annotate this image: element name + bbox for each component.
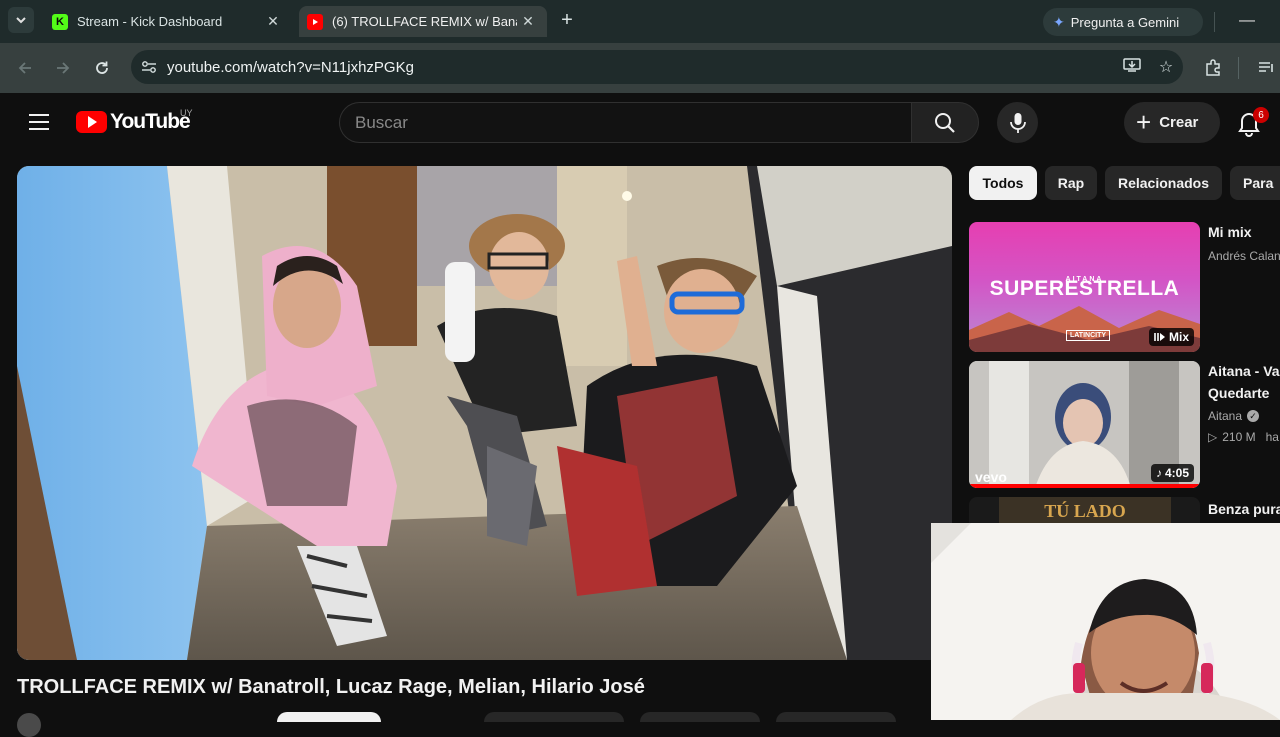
music-note-icon: ♪ [1155, 466, 1162, 480]
menu-hamburger-icon[interactable] [24, 107, 54, 137]
microphone-icon [1009, 112, 1026, 133]
chevron-down-icon [16, 17, 26, 24]
voice-search-button[interactable] [997, 102, 1038, 143]
watch-progress-bar [969, 484, 1200, 488]
youtube-header: YouTube UY + Crear 6 [0, 93, 1280, 151]
verified-check-icon: ✓ [1247, 410, 1260, 422]
arrow-left-icon [18, 62, 31, 74]
gemini-sparkle-icon: ✦ [1053, 13, 1065, 30]
search-input[interactable] [355, 112, 912, 133]
mix-playlist-icon [1154, 333, 1165, 341]
forward-button[interactable] [48, 53, 78, 83]
gemini-label: Pregunta a Gemini [1070, 14, 1180, 30]
create-button[interactable]: + Crear [1124, 102, 1220, 143]
youtube-icon [307, 13, 323, 30]
close-tab-icon[interactable]: ✕ [517, 13, 539, 30]
create-label: Crear [1159, 114, 1199, 131]
subscribe-button[interactable] [277, 712, 381, 722]
reload-button[interactable] [87, 53, 117, 83]
tab-title: Stream - Kick Dashboard [77, 14, 223, 29]
gemini-button[interactable]: ✦ Pregunta a Gemini [1043, 8, 1203, 36]
recommendation-thumbnail[interactable]: AITANA SUPERESTRELLA LATINCITY Mix [969, 222, 1200, 352]
tab-youtube-video[interactable]: (6) TROLLFACE REMIX w/ Banatroll ✕ [299, 6, 547, 37]
minimize-window-button[interactable]: — [1232, 10, 1262, 32]
video-frame [17, 166, 952, 660]
arrow-right-icon [57, 62, 70, 74]
recommendation-title[interactable]: Mi mix [1208, 221, 1252, 243]
recommendation-thumbnail[interactable]: vevo ♪ 4:05 [969, 361, 1200, 488]
share-button[interactable] [640, 712, 760, 722]
like-dislike-button[interactable] [484, 712, 624, 722]
close-tab-icon[interactable]: ✕ [262, 13, 284, 30]
notification-count-badge: 6 [1253, 107, 1269, 123]
youtube-play-icon [76, 111, 107, 133]
chip-rap[interactable]: Rap [1045, 166, 1097, 200]
search-field[interactable] [339, 102, 912, 143]
back-button[interactable] [10, 53, 40, 83]
video-player[interactable] [17, 166, 952, 660]
recommendation-views: ▷ 210 M ha [1208, 430, 1279, 444]
webcam-feed [931, 523, 1280, 720]
recommendation-thumbnail[interactable]: TÚ LADO [969, 497, 1200, 523]
mix-badge: Mix [1148, 328, 1194, 346]
address-bar[interactable]: youtube.com/watch?v=N11jxhzPGKg ☆ [131, 50, 1183, 84]
youtube-wordmark: YouTube [110, 110, 191, 133]
video-title: TROLLFACE REMIX w/ Banatroll, Lucaz Rage… [17, 676, 645, 698]
recommendation-channel[interactable]: Aitana ✓ [1208, 409, 1260, 423]
search-button[interactable] [911, 102, 979, 143]
bookmark-star-icon[interactable]: ☆ [1149, 57, 1183, 77]
recommendation-title[interactable]: Benza pura [1208, 498, 1280, 520]
thumbnail-text: SUPERESTRELLA [989, 277, 1180, 300]
webcam-overlay [931, 523, 1280, 720]
plus-icon: + [1136, 106, 1152, 137]
media-control-icon[interactable] [1252, 53, 1280, 83]
chip-relacionados[interactable]: Relacionados [1105, 166, 1222, 200]
tab-search-button[interactable] [8, 7, 34, 33]
thumbnail-text: TÚ LADO [999, 497, 1171, 523]
chip-para[interactable]: Para [1230, 166, 1280, 200]
download-button[interactable] [776, 712, 896, 722]
kick-icon: K [52, 13, 68, 30]
divider [1238, 57, 1239, 79]
search-icon [935, 112, 955, 133]
channel-avatar[interactable] [17, 713, 41, 737]
browser-tab-bar: K Stream - Kick Dashboard ✕ (6) TROLLFAC… [0, 0, 1280, 43]
recommendation-title[interactable]: Aitana - Va [1208, 360, 1280, 382]
url-text[interactable]: youtube.com/watch?v=N11jxhzPGKg [167, 59, 1115, 76]
recommendation-title-line2[interactable]: Quedarte [1208, 382, 1269, 404]
divider [1214, 12, 1215, 32]
chip-todos[interactable]: Todos [969, 166, 1037, 200]
browser-toolbar: youtube.com/watch?v=N11jxhzPGKg ☆ [0, 43, 1280, 93]
tab-kick-dashboard[interactable]: K Stream - Kick Dashboard ✕ [42, 6, 292, 37]
recommendation-channel[interactable]: Andrés Calan [1208, 249, 1280, 263]
extensions-puzzle-icon[interactable] [1198, 53, 1228, 83]
new-tab-button[interactable]: + [555, 8, 579, 32]
reload-icon [96, 61, 108, 74]
site-info-icon[interactable] [131, 60, 167, 74]
duration-badge: ♪ 4:05 [1150, 464, 1194, 482]
tab-title: (6) TROLLFACE REMIX w/ Banatroll [332, 14, 517, 29]
country-code: UY [180, 108, 193, 118]
vevo-logo: vevo [975, 469, 1007, 485]
youtube-logo[interactable]: YouTube [76, 110, 191, 134]
play-views-icon: ▷ [1208, 430, 1218, 444]
install-app-icon[interactable] [1115, 57, 1149, 78]
thumbnail-label: LATINCITY [1066, 330, 1111, 341]
